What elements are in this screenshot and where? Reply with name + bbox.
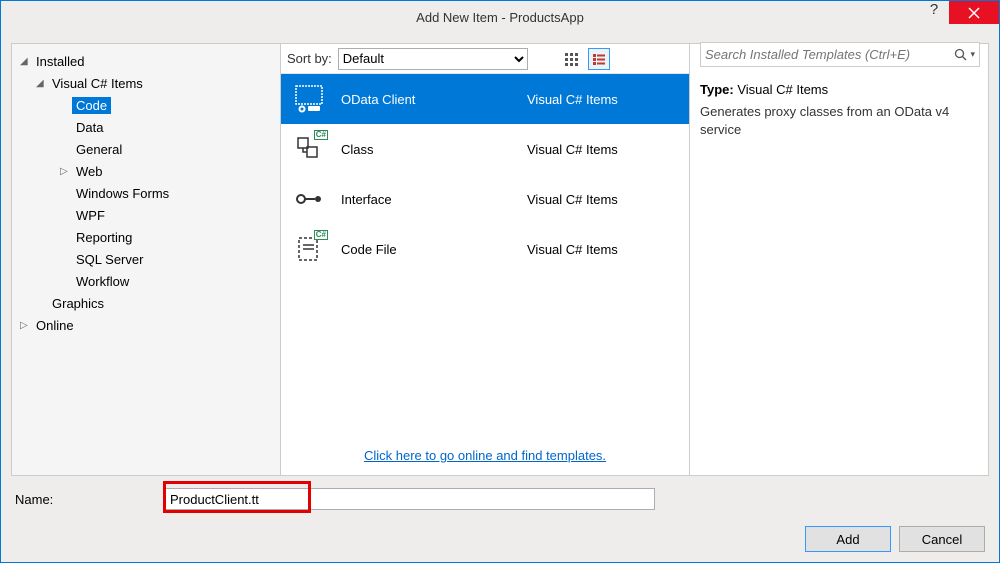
template-category: Visual C# Items bbox=[527, 142, 618, 157]
tree-node-general[interactable]: General bbox=[12, 138, 280, 160]
cs-badge-icon: C# bbox=[314, 230, 328, 240]
template-name: Code File bbox=[341, 242, 511, 257]
tree-node-online[interactable]: ▷Online bbox=[12, 314, 280, 336]
search-box[interactable]: ▾ bbox=[700, 42, 980, 67]
titlebar: Add New Item - ProductsApp ? bbox=[1, 1, 999, 33]
close-button[interactable] bbox=[949, 1, 999, 24]
view-small-icons-button[interactable] bbox=[560, 48, 582, 70]
template-item-code-file[interactable]: C# Code File Visual C# Items bbox=[281, 224, 689, 274]
template-item-odata-client[interactable]: OData Client Visual C# Items bbox=[281, 74, 689, 124]
interface-icon bbox=[293, 183, 325, 215]
odata-client-icon bbox=[293, 83, 325, 115]
template-name: OData Client bbox=[341, 92, 511, 107]
tree-node-wpf[interactable]: WPF bbox=[12, 204, 280, 226]
template-name: Interface bbox=[341, 192, 511, 207]
type-value: Visual C# Items bbox=[737, 82, 828, 97]
search-input[interactable] bbox=[705, 47, 954, 62]
category-tree: ◢Installed ◢Visual C# Items Code Data Ge… bbox=[11, 43, 281, 476]
tree-node-winforms[interactable]: Windows Forms bbox=[12, 182, 280, 204]
code-file-icon: C# bbox=[293, 233, 325, 265]
cs-badge-icon: C# bbox=[314, 130, 328, 140]
class-icon: C# bbox=[293, 133, 325, 165]
sort-by-select[interactable]: Default bbox=[338, 48, 528, 70]
template-item-interface[interactable]: Interface Visual C# Items bbox=[281, 174, 689, 224]
view-list-button[interactable] bbox=[588, 48, 610, 70]
tree-node-reporting[interactable]: Reporting bbox=[12, 226, 280, 248]
details-pane: Type: Visual C# Items Generates proxy cl… bbox=[689, 43, 989, 476]
dialog-window: Add New Item - ProductsApp ? ▾ ◢Installe… bbox=[0, 0, 1000, 563]
name-label: Name: bbox=[15, 492, 155, 507]
tree-node-web[interactable]: ▷Web bbox=[12, 160, 280, 182]
tree-node-workflow[interactable]: Workflow bbox=[12, 270, 280, 292]
template-pane: Sort by: Default OData Clie bbox=[281, 43, 689, 476]
sort-by-label: Sort by: bbox=[287, 51, 332, 66]
grid-small-icon bbox=[564, 52, 578, 66]
tree-node-graphics[interactable]: Graphics bbox=[12, 292, 280, 314]
template-item-class[interactable]: C# Class Visual C# Items bbox=[281, 124, 689, 174]
tree-node-sqlserver[interactable]: SQL Server bbox=[12, 248, 280, 270]
template-category: Visual C# Items bbox=[527, 192, 618, 207]
dialog-buttons: Add Cancel bbox=[11, 522, 989, 552]
online-templates-link[interactable]: Click here to go online and find templat… bbox=[364, 448, 606, 463]
close-icon bbox=[968, 7, 980, 19]
search-icon[interactable]: ▾ bbox=[954, 48, 975, 62]
toolbar: Sort by: Default bbox=[281, 44, 689, 74]
template-category: Visual C# Items bbox=[527, 242, 618, 257]
cancel-button[interactable]: Cancel bbox=[899, 526, 985, 552]
name-row: Name: bbox=[11, 484, 989, 514]
window-title: Add New Item - ProductsApp bbox=[1, 10, 999, 25]
help-button[interactable]: ? bbox=[919, 1, 949, 24]
template-category: Visual C# Items bbox=[527, 92, 618, 107]
name-input[interactable] bbox=[165, 488, 655, 510]
add-button[interactable]: Add bbox=[805, 526, 891, 552]
tree-node-code[interactable]: Code bbox=[12, 94, 280, 116]
tree-node-csharp-items[interactable]: ◢Visual C# Items bbox=[12, 72, 280, 94]
template-description: Generates proxy classes from an OData v4… bbox=[700, 103, 978, 139]
list-icon bbox=[592, 52, 606, 66]
tree-node-installed[interactable]: ◢Installed bbox=[12, 50, 280, 72]
template-list: OData Client Visual C# Items C# Class Vi… bbox=[281, 74, 689, 437]
tree-node-data[interactable]: Data bbox=[12, 116, 280, 138]
type-label: Type: bbox=[700, 82, 734, 97]
template-name: Class bbox=[341, 142, 511, 157]
